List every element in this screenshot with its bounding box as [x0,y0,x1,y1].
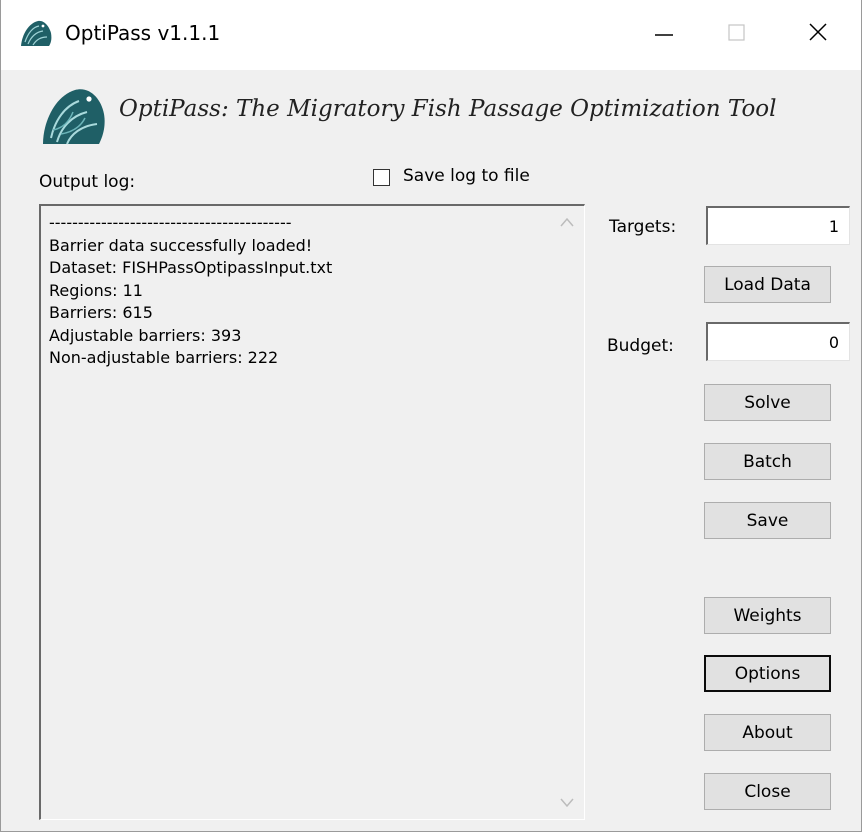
log-line: Dataset: FISHPassOptipassInput.txt [49,258,333,277]
close-window-button[interactable] [783,0,853,64]
title-bar[interactable]: OptiPass v1.1.1 [1,0,861,70]
maximize-button[interactable] [702,0,772,64]
close-button[interactable]: Close [704,773,831,810]
optipass-window: OptiPass v1.1.1 OptiPass: The Migratory … [0,0,862,832]
load-data-button[interactable]: Load Data [704,266,831,303]
about-button[interactable]: About [704,714,831,751]
log-line: Barrier data successfully loaded! [49,235,313,255]
log-lines: ----------------------------------------… [49,212,544,370]
output-log-label: Output log: [39,172,136,192]
fish-icon [21,20,52,46]
log-line: Barriers: 615 [49,303,153,322]
log-line: ----------------------------------------… [49,213,292,232]
minimize-icon [655,34,673,36]
log-line: Non-adjustable barriers: 222 [49,348,279,367]
save-button[interactable]: Save [704,502,831,539]
save-log-label[interactable]: Save log to file [403,166,530,186]
save-log-checkbox[interactable] [373,169,390,186]
budget-label: Budget: [607,336,674,356]
scroll-up-icon[interactable] [559,216,575,228]
scroll-down-icon[interactable] [559,797,575,809]
window-title: OptiPass v1.1.1 [65,21,221,45]
budget-input[interactable]: 0 [706,322,850,361]
fish-logo [43,89,105,145]
log-line: Regions: 11 [49,280,143,300]
banner-title: OptiPass: The Migratory Fish Passage Opt… [119,96,777,122]
output-log-textarea[interactable]: ----------------------------------------… [39,204,585,820]
batch-button[interactable]: Batch [704,443,831,480]
solve-button[interactable]: Solve [704,384,831,421]
minimize-button[interactable] [629,0,699,64]
targets-label: Targets: [609,217,677,237]
close-icon [809,23,827,41]
log-line: Adjustable barriers: 393 [49,325,242,345]
options-button[interactable]: Options [704,655,831,692]
maximize-icon [728,24,745,41]
weights-button[interactable]: Weights [704,597,831,634]
log-scrollbar[interactable] [550,206,584,819]
targets-input[interactable]: 1 [706,206,850,245]
